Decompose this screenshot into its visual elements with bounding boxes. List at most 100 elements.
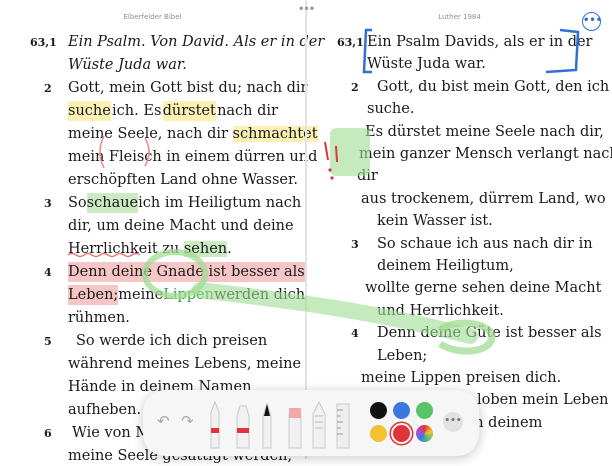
verse-number: 4 [44,266,52,279]
marker-tool[interactable] [236,405,250,449]
more-icon[interactable]: ••• [443,412,463,432]
text-segment: Herrlichkeit zu [68,241,184,257]
verse-number: 63,1 [337,36,364,49]
text-hl-g: sehen [183,241,228,257]
text-segment: werden dich [213,287,306,303]
text-segment: Wie von M [72,425,151,441]
text-segment: Gott, du bist mein Gott, den ich [377,78,610,95]
verse-number: 4 [351,327,359,341]
text-hl-g: schaue [86,193,139,213]
more-icon[interactable]: ••• [582,12,602,31]
text-segment: meine Lippen preisen dich. [361,370,562,386]
eraser-tool[interactable] [288,408,302,449]
verse-line[interactable]: Herrlichkeit zu sehen. [68,239,232,259]
ruler-tool[interactable] [336,403,350,449]
text-segment: kein Wasser ist. [377,213,493,230]
verse-line[interactable]: mein Fleisch in einem dürren und [68,147,317,167]
text-segment: Wüste Juda war. [367,56,486,73]
text-segment: mein ganzer Mensch verlangt nach [359,146,612,162]
text-green-txt: Lippen [163,287,214,303]
verse-line[interactable]: Es dürstet meine Seele nach dir, [365,122,604,142]
verse-line[interactable]: loben mein Leben [477,390,609,410]
drawing-tools[interactable] [205,398,355,450]
verse-line[interactable]: und Herrlichkeit. [377,301,504,321]
verse-line[interactable]: suche ich. Es dürstet nach dir [68,101,278,121]
verse-number: 3 [44,197,52,210]
verse-line[interactable]: meine Seele, nach dir schmachtet [68,124,318,144]
color-blue[interactable] [393,402,410,419]
verse-line[interactable]: Wie von M [72,423,150,443]
text-segment: und Herrlichkeit. [377,302,504,319]
undo-icon[interactable]: ↶ [157,412,170,430]
pen-tool[interactable] [210,400,220,449]
verse-line[interactable]: Gott, du bist mein Gott, den ich [377,77,609,97]
text-segment: . [227,241,232,257]
verse-line[interactable]: aus trockenem, dürrem Land, wo [361,189,606,209]
verse-line[interactable]: Denn deine Güte ist besser als [377,323,602,343]
redo-icon[interactable]: ↷ [181,412,194,430]
fineliner-tool[interactable] [262,402,272,449]
verse-number: 5 [44,335,52,348]
verse-number: 63,1 [30,36,57,49]
verse-line[interactable]: So schaue ich aus nach dir in [377,234,593,254]
color-red-selected[interactable] [393,425,410,442]
verse-number: 6 [44,427,52,440]
text-segment: dir [357,168,378,185]
verse-line[interactable]: deinem Heiligtum, [377,256,514,276]
text-segment: ich. Es [112,103,162,119]
verse-number: 3 [351,237,359,251]
verse-line[interactable]: erschöpften Land ohne Wasser. [68,170,298,190]
text-segment: aus trockenem, dürrem Land, wo [361,190,606,207]
text-segment: mein Fleisch in einem dürren und [68,149,318,165]
verse-line[interactable]: rühmen. [68,308,130,328]
verse-line[interactable]: meine Lippen preisen dich. [361,368,561,388]
text-segment: ich im Heiligtum nach [138,195,302,211]
text-segment: meine Seele, nach dir [68,126,233,142]
verse-line[interactable]: während meines Lebens, meine [68,354,301,374]
text-segment: Ein Psalm Davids, als er in der [367,34,593,50]
color-yellow[interactable] [370,425,387,442]
text-segment: wollte gerne sehen deine Macht [365,280,602,297]
text-segment: So [68,195,87,211]
text-hl-r: Denn deine Gnade ist besser als [68,262,305,282]
text-hl-r: Leben; [68,285,119,305]
verse-number: 2 [351,80,359,94]
verse-line[interactable]: Ein Psalm. Von David. Als er in der [68,32,324,52]
color-green[interactable] [416,402,433,419]
verse-line[interactable]: mein ganzer Mensch verlangt nach [359,144,612,164]
verse-line[interactable]: wollte gerne sehen deine Macht [365,278,601,298]
verse-line[interactable]: Denn deine Gnade ist besser als [68,262,305,282]
color-picker-icon[interactable] [416,425,433,442]
verse-line[interactable]: Ein Psalm Davids, als er in der [367,32,593,52]
text-segment: rühmen. [68,310,130,326]
text-segment: suche. [367,101,415,118]
verse-line[interactable]: Wüste Juda war. [68,55,187,75]
verse-line[interactable]: dir [357,166,378,186]
left-pane-title[interactable]: Elberfelder Bibel [0,13,305,21]
text-segment: loben mein Leben [477,392,609,409]
text-segment: So schaue ich aus nach dir in [377,235,593,252]
text-segment: Denn deine Güte ist besser als [377,325,602,342]
text-segment: nach dir [217,103,278,119]
text-segment: aufheben. [68,402,142,418]
verse-line[interactable]: Wüste Juda war. [367,54,486,74]
text-segment: meine [118,287,164,303]
color-black[interactable] [370,402,387,419]
verse-line[interactable]: Leben; meine Lippen werden dich [68,285,305,305]
verse-line[interactable]: kein Wasser ist. [377,211,493,231]
right-pane-title[interactable]: Luther 1984 [307,13,612,21]
verse-line[interactable]: dir, um deine Macht und deine [68,216,294,236]
markup-toolbar[interactable]: ↶ ↷ ••• [143,390,479,456]
verse-line[interactable]: suche. [367,99,414,119]
verse-line[interactable]: So schaue ich im Heiligtum nach [68,193,301,213]
text-it: Wüste Juda war. [68,57,187,73]
text-segment: während meines Lebens, meine [68,356,302,372]
text-segment: Leben; [377,347,428,364]
verse-line[interactable]: So werde ich dich preisen [76,331,278,351]
pencil-tool[interactable] [312,400,326,449]
text-segment: erschöpften Land ohne Wasser. [68,172,298,188]
verse-line[interactable]: Leben; [377,346,427,366]
verse-line[interactable]: aufheben. [68,400,141,420]
verse-line[interactable]: Gott, mein Gott bist du; nach dir [68,78,308,98]
verse-number: 2 [44,82,52,95]
